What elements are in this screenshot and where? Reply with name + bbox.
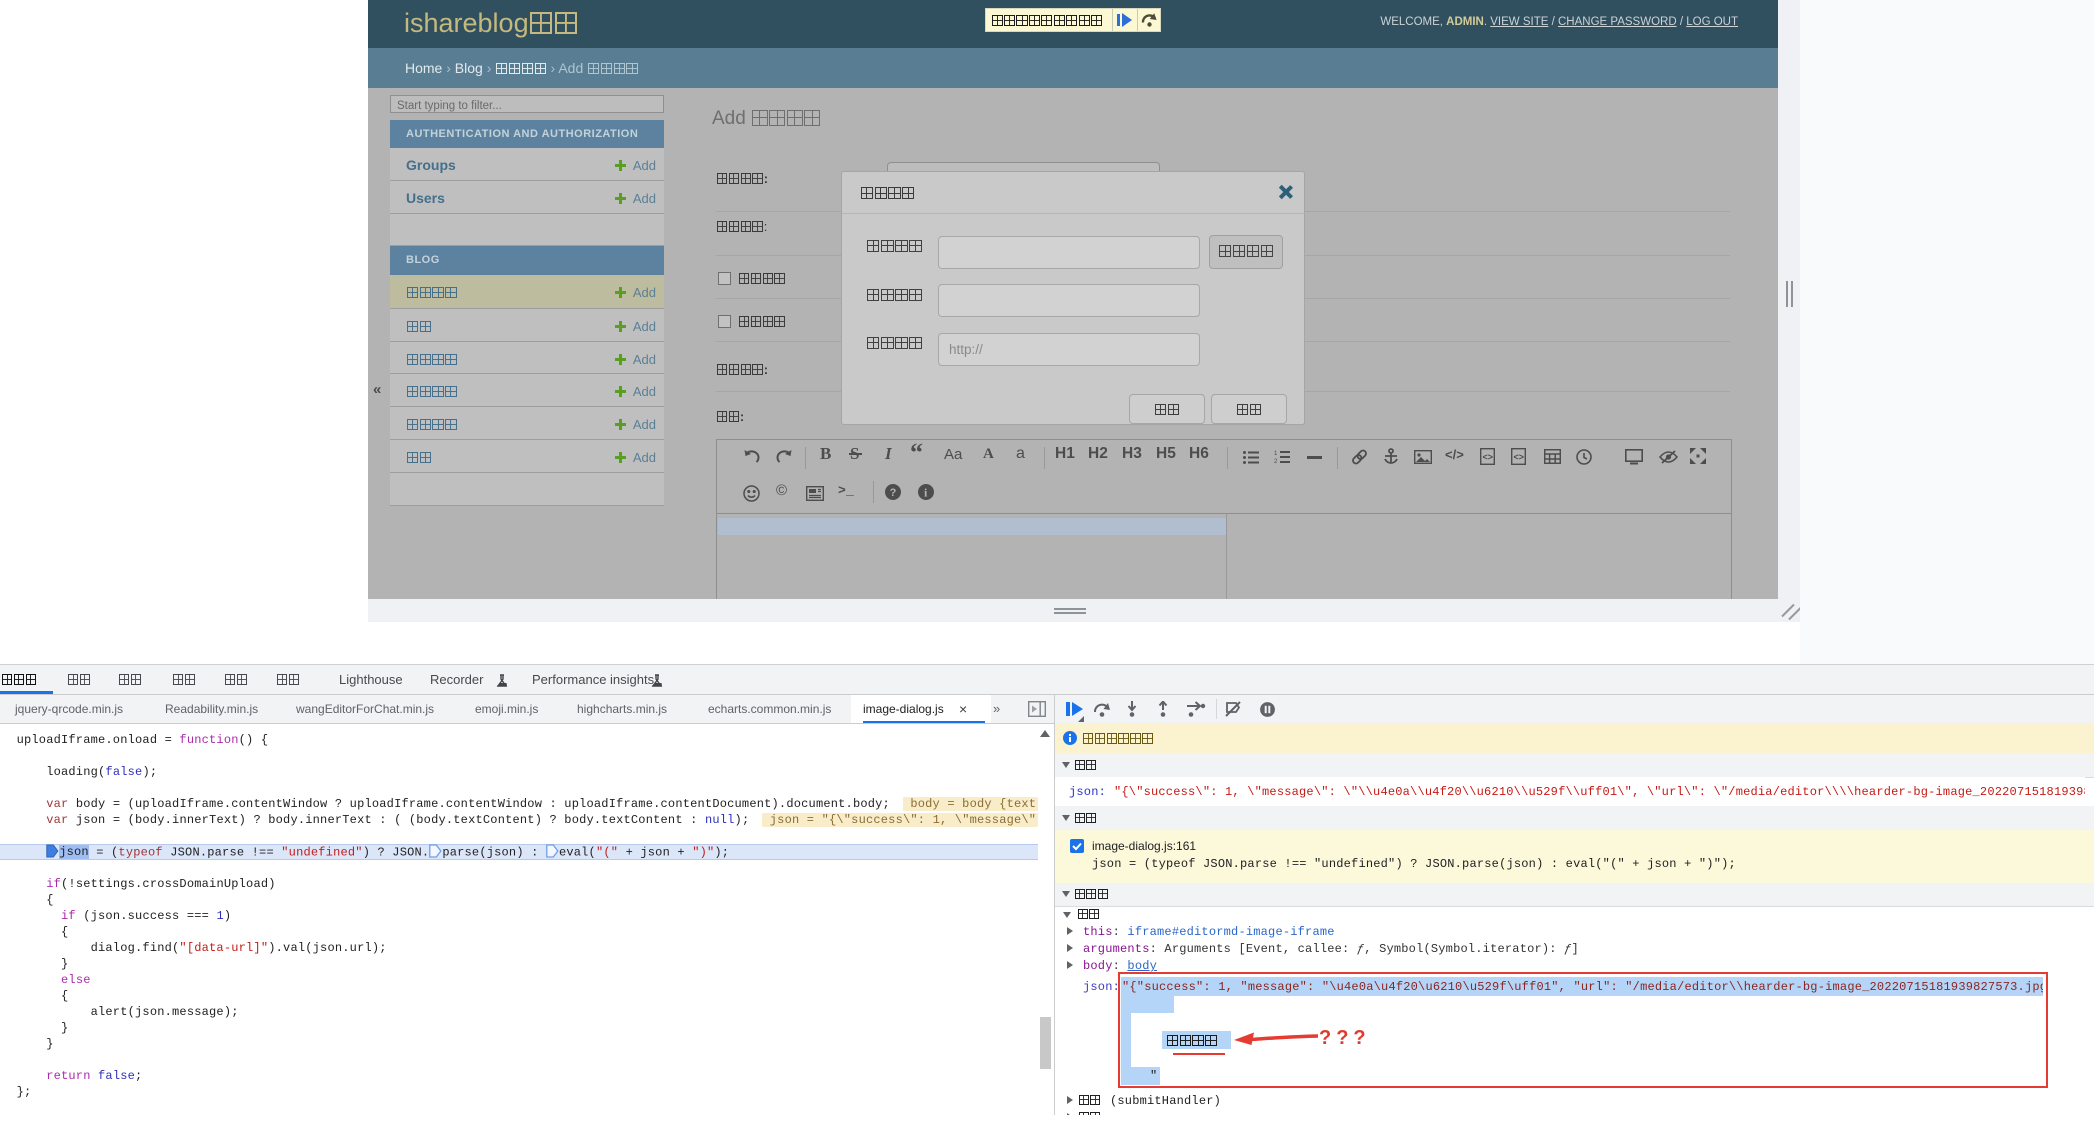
svg-text:?: ? xyxy=(890,487,897,499)
svg-text:1: 1 xyxy=(1274,451,1278,457)
svg-text:<>: <> xyxy=(1514,452,1525,462)
svg-text:<>: <> xyxy=(1483,452,1494,462)
svg-text:2: 2 xyxy=(1274,459,1278,464)
